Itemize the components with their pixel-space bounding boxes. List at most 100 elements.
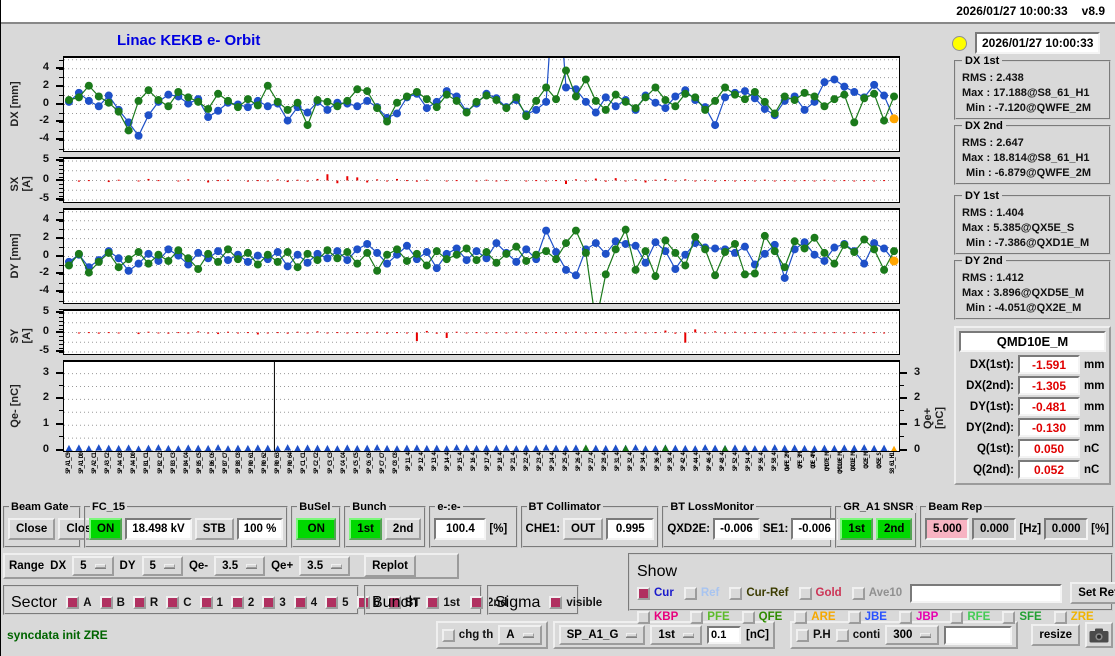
bpm-select-dropdown[interactable]: SP_A1_G bbox=[559, 625, 646, 645]
sector-checkbox-4[interactable]: 4 bbox=[294, 596, 317, 609]
x-tick-label: SP_R0_62 bbox=[261, 453, 268, 474]
show-checkbox-rfe[interactable]: RFE bbox=[950, 611, 990, 624]
checkbox-label: Ref bbox=[701, 587, 720, 599]
show-checkbox-ave10[interactable]: Ave10 bbox=[852, 587, 902, 600]
sector-checkbox-2[interactable]: 2 bbox=[231, 596, 254, 609]
checkbox-box[interactable] bbox=[637, 611, 650, 624]
range-dx-dropdown[interactable]: 5 bbox=[72, 556, 113, 576]
checkbox-box[interactable] bbox=[899, 611, 912, 624]
status-checkbox-chg-th[interactable]: chg th bbox=[442, 629, 494, 642]
sector-checkbox-r[interactable]: R bbox=[133, 596, 158, 609]
x-tick-label: SP_42_4 bbox=[680, 453, 687, 471]
fc15-stb-button[interactable]: STB bbox=[195, 518, 234, 540]
sx-plot[interactable] bbox=[63, 157, 900, 203]
show-checkbox-jbe[interactable]: JBE bbox=[848, 611, 887, 624]
mode-dropdown[interactable]: A bbox=[498, 625, 541, 645]
checkbox-box[interactable] bbox=[852, 587, 865, 600]
checkbox-box[interactable] bbox=[470, 596, 483, 609]
dy-plot[interactable] bbox=[63, 208, 900, 304]
show-checkbox-kbp[interactable]: KBP bbox=[637, 611, 678, 624]
bunch-1st-button[interactable]: 1st bbox=[349, 518, 382, 540]
show-checkbox-gold[interactable]: Gold bbox=[799, 587, 842, 600]
show-checkbox-jbp[interactable]: JBP bbox=[899, 611, 938, 624]
checkbox-box[interactable] bbox=[742, 611, 755, 624]
checkbox-label: C bbox=[183, 597, 191, 609]
show-checkbox-cur[interactable]: Cur bbox=[637, 587, 674, 600]
checkbox-label: JBE bbox=[865, 611, 887, 623]
dx-y-axis: DX [mm]420-2-4 bbox=[1, 56, 63, 152]
bunch-filter-checkbox-1st[interactable]: 1st bbox=[426, 596, 460, 609]
y-tick-label: 0 bbox=[43, 325, 49, 337]
checkbox-box[interactable] bbox=[442, 629, 455, 642]
checkbox-box[interactable] bbox=[133, 596, 146, 609]
fc15-on-button[interactable]: ON bbox=[89, 518, 122, 540]
snsr-2nd-button[interactable]: 2nd bbox=[876, 518, 912, 540]
heartbeat-lamp bbox=[952, 36, 967, 51]
checkbox-box[interactable] bbox=[549, 596, 562, 609]
status-checkbox-p-h[interactable]: P.H bbox=[796, 629, 831, 642]
checkbox-box[interactable] bbox=[848, 611, 861, 624]
range-qe-minus-dropdown[interactable]: 3.5 bbox=[214, 556, 265, 576]
checkbox-box[interactable] bbox=[166, 596, 179, 609]
sx-chart-row: SX [A]50-5 bbox=[1, 157, 948, 203]
status-checkbox-conti[interactable]: conti bbox=[836, 629, 880, 642]
sector-checkbox-c[interactable]: C bbox=[166, 596, 191, 609]
range-dy-dropdown[interactable]: 5 bbox=[142, 556, 183, 576]
snsr-1st-button[interactable]: 1st bbox=[840, 518, 873, 540]
checkbox-box[interactable] bbox=[799, 587, 812, 600]
busel-on-button[interactable]: ON bbox=[296, 518, 336, 540]
camera-icon bbox=[1089, 628, 1109, 643]
dy1-min-value: -7.386@QXD1E_M bbox=[995, 237, 1090, 249]
show-checkbox-are[interactable]: ARE bbox=[794, 611, 835, 624]
beam-gate-close-button-1[interactable]: Close bbox=[8, 518, 55, 540]
show-checkbox-zre[interactable]: ZRE bbox=[1054, 611, 1094, 624]
checkbox-box[interactable] bbox=[836, 629, 849, 642]
x-tick-label: SP_18_4 bbox=[497, 453, 504, 471]
sector-checkbox-a[interactable]: A bbox=[66, 596, 91, 609]
checkbox-box[interactable] bbox=[325, 596, 338, 609]
checkbox-box[interactable] bbox=[294, 596, 307, 609]
dx-plot[interactable] bbox=[63, 56, 900, 152]
ref-file-input[interactable] bbox=[910, 584, 1062, 603]
checkbox-box[interactable] bbox=[796, 629, 809, 642]
checkbox-box[interactable] bbox=[729, 587, 742, 600]
checkbox-box[interactable] bbox=[1002, 611, 1015, 624]
range-qe-plus-dropdown[interactable]: 3.5 bbox=[299, 556, 350, 576]
se1-loss-readout: -0.006 bbox=[791, 518, 838, 540]
show-checkbox-cur-ref[interactable]: Cur-Ref bbox=[729, 587, 788, 600]
y-axis-title: Qe- [nC] bbox=[9, 384, 21, 427]
che1-out-button[interactable]: OUT bbox=[563, 518, 603, 540]
sy-plot[interactable] bbox=[63, 309, 900, 355]
show-checkbox-qfe[interactable]: QFE bbox=[742, 611, 783, 624]
checkbox-box[interactable] bbox=[794, 611, 807, 624]
qe-plot[interactable] bbox=[63, 360, 900, 452]
bunch-2nd-button[interactable]: 2nd bbox=[385, 518, 421, 540]
sigma-checkbox-visible[interactable]: visible bbox=[549, 596, 602, 609]
group-title: DY 2nd bbox=[962, 255, 1006, 267]
replot-button[interactable]: Replot bbox=[364, 555, 416, 577]
checkbox-box[interactable] bbox=[200, 596, 213, 609]
checkbox-box[interactable] bbox=[426, 596, 439, 609]
sector-checkbox-3[interactable]: 3 bbox=[262, 596, 285, 609]
show-checkbox-sfe[interactable]: SFE bbox=[1002, 611, 1041, 624]
dx1-min-value: -7.120@QWFE_2M bbox=[995, 102, 1091, 114]
sector-checkbox-5[interactable]: 5 bbox=[325, 596, 348, 609]
sector-checkbox-1[interactable]: 1 bbox=[200, 596, 223, 609]
x-tick-label: QX5E_S bbox=[876, 453, 883, 469]
checkbox-box[interactable] bbox=[1054, 611, 1067, 624]
show-checkbox-pfe[interactable]: PFE bbox=[690, 611, 729, 624]
sector-checkbox-b[interactable]: B bbox=[100, 596, 125, 609]
checkbox-box[interactable] bbox=[684, 587, 697, 600]
dy2-max-value: 3.896@QXD5E_M bbox=[993, 287, 1084, 299]
checkbox-box[interactable] bbox=[690, 611, 703, 624]
checkbox-box[interactable] bbox=[100, 596, 113, 609]
show-checkbox-ref[interactable]: Ref bbox=[684, 587, 720, 600]
x-tick-label: SP_11_4 bbox=[405, 453, 412, 471]
checkbox-box[interactable] bbox=[637, 587, 650, 600]
set-ref-button[interactable]: Set Ref bbox=[1070, 582, 1115, 604]
checkbox-box[interactable] bbox=[66, 596, 79, 609]
checkbox-box[interactable] bbox=[950, 611, 963, 624]
y-axis-title: SY [A] bbox=[9, 321, 33, 344]
checkbox-box[interactable] bbox=[231, 596, 244, 609]
checkbox-box[interactable] bbox=[262, 596, 275, 609]
